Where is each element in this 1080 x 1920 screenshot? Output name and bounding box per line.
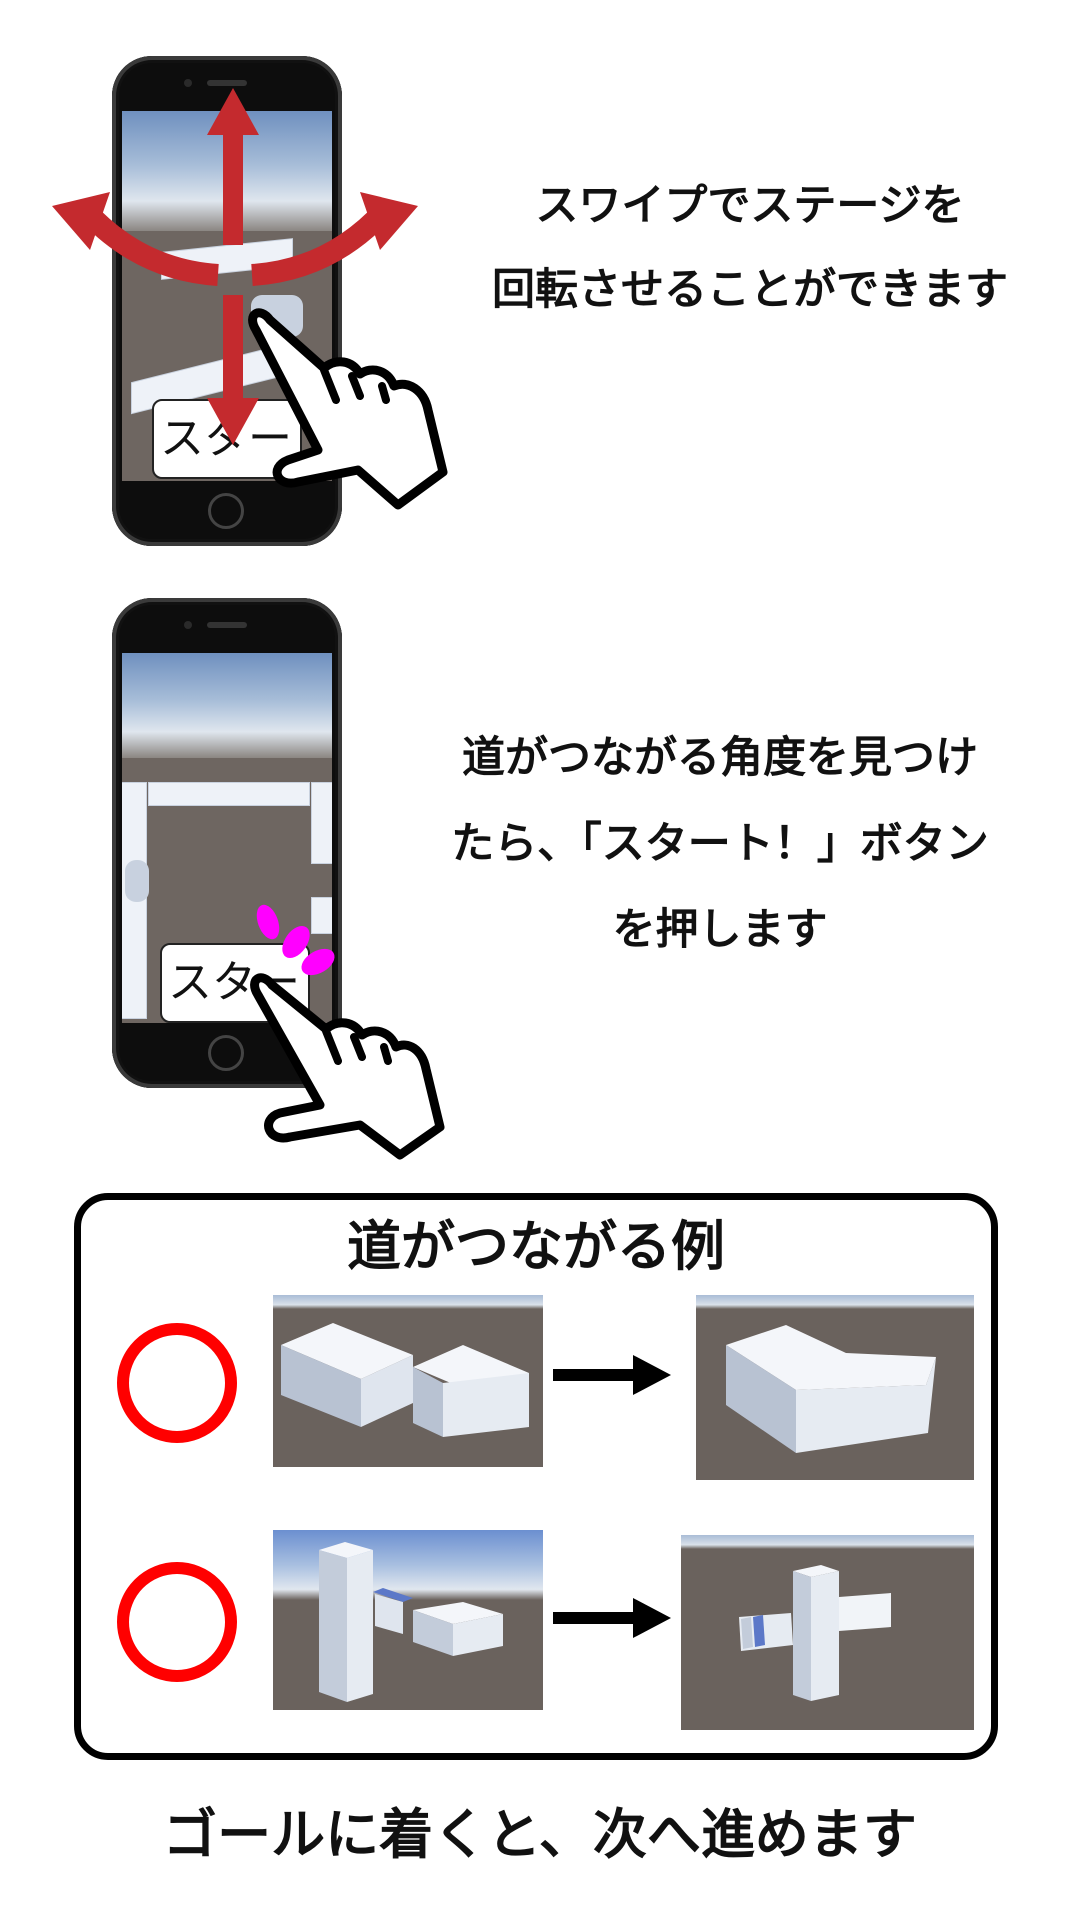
example-before-scene xyxy=(273,1295,543,1467)
ok-circle-icon xyxy=(117,1323,237,1443)
examples-title: 道がつながる例 xyxy=(347,1215,725,1278)
blocks-connected xyxy=(726,1325,936,1453)
stage-block xyxy=(126,861,148,901)
stage-block xyxy=(149,783,309,805)
pointing-hand-icon xyxy=(250,973,445,1160)
blocks-disconnected xyxy=(319,1542,503,1702)
step2-caption-line3: を押します xyxy=(612,905,828,955)
example-after-scene xyxy=(696,1295,974,1480)
step1-caption-line1: スワイプでステージを xyxy=(535,181,965,231)
step2-caption-line1: 道がつながる角度を見つけ xyxy=(462,733,978,783)
footer-caption: ゴールに着くと、次へ進めます xyxy=(163,1803,917,1866)
pointing-hand-icon xyxy=(248,308,448,510)
blocks-disconnected xyxy=(281,1323,529,1437)
step2-caption-line2: たら、「スタート！」ボタン xyxy=(451,819,989,869)
sky xyxy=(122,653,332,758)
right-arrow-icon xyxy=(553,1355,671,1395)
ok-circle-icon xyxy=(117,1562,237,1682)
examples-panel: 道がつながる例 xyxy=(74,1193,998,1760)
home-button xyxy=(208,493,244,529)
example-after-scene xyxy=(681,1535,974,1730)
blocks-connected xyxy=(739,1565,891,1701)
phone-camera xyxy=(184,621,192,629)
stage-block xyxy=(312,783,332,863)
phone-speaker xyxy=(207,622,247,628)
example-before-scene xyxy=(273,1530,543,1710)
home-button xyxy=(208,1035,244,1071)
right-arrow-icon xyxy=(553,1598,671,1638)
step1-caption-line2: 回転させることができます xyxy=(492,265,1008,315)
